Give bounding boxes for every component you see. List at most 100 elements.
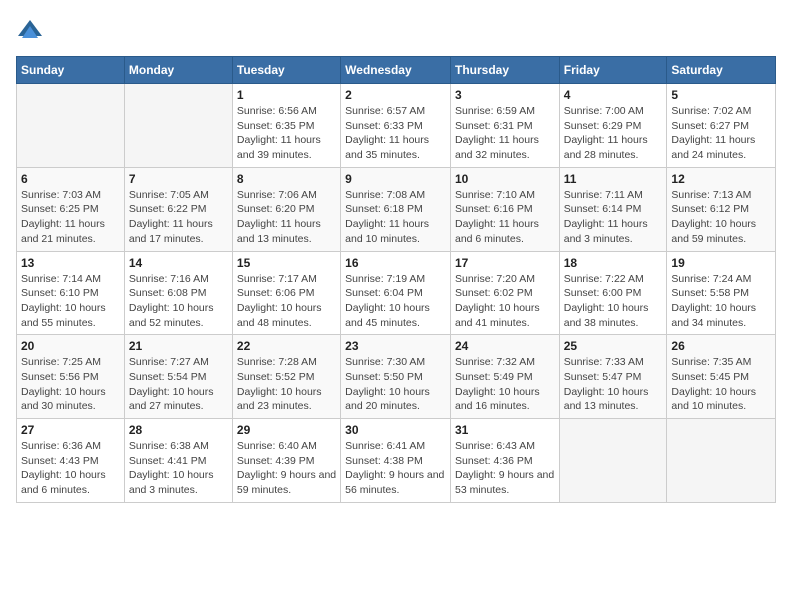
day-number: 16 <box>345 256 446 270</box>
day-info: Sunrise: 7:24 AM Sunset: 5:58 PM Dayligh… <box>671 272 771 331</box>
day-number: 31 <box>455 423 555 437</box>
day-info: Sunrise: 7:35 AM Sunset: 5:45 PM Dayligh… <box>671 355 771 414</box>
day-number: 12 <box>671 172 771 186</box>
calendar-cell: 29 Sunrise: 6:40 AM Sunset: 4:39 PM Dayli… <box>232 419 340 503</box>
calendar-cell: 28 Sunrise: 6:38 AM Sunset: 4:41 PM Dayli… <box>124 419 232 503</box>
calendar-cell: 1 Sunrise: 6:56 AM Sunset: 6:35 PM Daylig… <box>232 84 340 168</box>
calendar-cell: 14 Sunrise: 7:16 AM Sunset: 6:08 PM Dayli… <box>124 251 232 335</box>
day-info: Sunrise: 7:05 AM Sunset: 6:22 PM Dayligh… <box>129 188 228 247</box>
day-number: 29 <box>237 423 336 437</box>
calendar-cell <box>667 419 776 503</box>
day-info: Sunrise: 7:25 AM Sunset: 5:56 PM Dayligh… <box>21 355 120 414</box>
day-info: Sunrise: 7:17 AM Sunset: 6:06 PM Dayligh… <box>237 272 336 331</box>
day-number: 7 <box>129 172 228 186</box>
day-number: 3 <box>455 88 555 102</box>
page-header <box>16 16 776 44</box>
calendar-cell: 27 Sunrise: 6:36 AM Sunset: 4:43 PM Dayli… <box>17 419 125 503</box>
calendar-cell: 21 Sunrise: 7:27 AM Sunset: 5:54 PM Dayli… <box>124 335 232 419</box>
calendar-week-1: 1 Sunrise: 6:56 AM Sunset: 6:35 PM Daylig… <box>17 84 776 168</box>
day-number: 22 <box>237 339 336 353</box>
day-number: 8 <box>237 172 336 186</box>
calendar-cell: 19 Sunrise: 7:24 AM Sunset: 5:58 PM Dayli… <box>667 251 776 335</box>
day-number: 28 <box>129 423 228 437</box>
day-header-tuesday: Tuesday <box>232 57 340 84</box>
calendar-week-2: 6 Sunrise: 7:03 AM Sunset: 6:25 PM Daylig… <box>17 167 776 251</box>
day-number: 14 <box>129 256 228 270</box>
calendar-cell: 18 Sunrise: 7:22 AM Sunset: 6:00 PM Dayli… <box>559 251 667 335</box>
calendar-cell <box>17 84 125 168</box>
calendar-cell: 24Sunrise: 7:32 AM Sunset: 5:49 PM Dayli… <box>450 335 559 419</box>
day-number: 18 <box>564 256 663 270</box>
day-info: Sunrise: 7:27 AM Sunset: 5:54 PM Dayligh… <box>129 355 228 414</box>
calendar-cell: 4 Sunrise: 7:00 AM Sunset: 6:29 PM Daylig… <box>559 84 667 168</box>
day-info: Sunrise: 7:03 AM Sunset: 6:25 PM Dayligh… <box>21 188 120 247</box>
day-info: Sunrise: 7:13 AM Sunset: 6:12 PM Dayligh… <box>671 188 771 247</box>
day-number: 17 <box>455 256 555 270</box>
day-number: 25 <box>564 339 663 353</box>
calendar-cell: 20Sunrise: 7:25 AM Sunset: 5:56 PM Dayli… <box>17 335 125 419</box>
calendar-header-row: SundayMondayTuesdayWednesdayThursdayFrid… <box>17 57 776 84</box>
day-info: Sunrise: 7:00 AM Sunset: 6:29 PM Dayligh… <box>564 104 663 163</box>
calendar-table: SundayMondayTuesdayWednesdayThursdayFrid… <box>16 56 776 503</box>
calendar-cell: 26 Sunrise: 7:35 AM Sunset: 5:45 PM Dayli… <box>667 335 776 419</box>
day-info: Sunrise: 7:33 AM Sunset: 5:47 PM Dayligh… <box>564 355 663 414</box>
calendar-cell: 30 Sunrise: 6:41 AM Sunset: 4:38 PM Dayli… <box>341 419 451 503</box>
day-header-thursday: Thursday <box>450 57 559 84</box>
calendar-week-5: 27 Sunrise: 6:36 AM Sunset: 4:43 PM Dayli… <box>17 419 776 503</box>
calendar-cell: 9 Sunrise: 7:08 AM Sunset: 6:18 PM Daylig… <box>341 167 451 251</box>
day-info: Sunrise: 6:57 AM Sunset: 6:33 PM Dayligh… <box>345 104 446 163</box>
calendar-cell: 13 Sunrise: 7:14 AM Sunset: 6:10 PM Dayli… <box>17 251 125 335</box>
day-info: Sunrise: 7:20 AM Sunset: 6:02 PM Dayligh… <box>455 272 555 331</box>
day-info: Sunrise: 6:43 AM Sunset: 4:36 PM Dayligh… <box>455 439 555 498</box>
day-number: 4 <box>564 88 663 102</box>
day-number: 11 <box>564 172 663 186</box>
calendar-cell: 2 Sunrise: 6:57 AM Sunset: 6:33 PM Daylig… <box>341 84 451 168</box>
calendar-cell: 16Sunrise: 7:19 AM Sunset: 6:04 PM Dayli… <box>341 251 451 335</box>
day-info: Sunrise: 7:28 AM Sunset: 5:52 PM Dayligh… <box>237 355 336 414</box>
day-number: 13 <box>21 256 120 270</box>
day-info: Sunrise: 6:56 AM Sunset: 6:35 PM Dayligh… <box>237 104 336 163</box>
day-info: Sunrise: 7:10 AM Sunset: 6:16 PM Dayligh… <box>455 188 555 247</box>
day-number: 6 <box>21 172 120 186</box>
day-number: 27 <box>21 423 120 437</box>
calendar-cell: 5 Sunrise: 7:02 AM Sunset: 6:27 PM Daylig… <box>667 84 776 168</box>
day-info: Sunrise: 6:41 AM Sunset: 4:38 PM Dayligh… <box>345 439 446 498</box>
day-info: Sunrise: 7:06 AM Sunset: 6:20 PM Dayligh… <box>237 188 336 247</box>
day-info: Sunrise: 6:40 AM Sunset: 4:39 PM Dayligh… <box>237 439 336 498</box>
day-info: Sunrise: 7:30 AM Sunset: 5:50 PM Dayligh… <box>345 355 446 414</box>
calendar-week-3: 13 Sunrise: 7:14 AM Sunset: 6:10 PM Dayli… <box>17 251 776 335</box>
calendar-cell: 8 Sunrise: 7:06 AM Sunset: 6:20 PM Daylig… <box>232 167 340 251</box>
day-number: 9 <box>345 172 446 186</box>
day-number: 30 <box>345 423 446 437</box>
day-number: 1 <box>237 88 336 102</box>
day-number: 21 <box>129 339 228 353</box>
day-info: Sunrise: 7:14 AM Sunset: 6:10 PM Dayligh… <box>21 272 120 331</box>
calendar-cell: 11 Sunrise: 7:11 AM Sunset: 6:14 PM Dayli… <box>559 167 667 251</box>
calendar-cell: 7 Sunrise: 7:05 AM Sunset: 6:22 PM Daylig… <box>124 167 232 251</box>
calendar-cell: 10Sunrise: 7:10 AM Sunset: 6:16 PM Dayli… <box>450 167 559 251</box>
day-header-friday: Friday <box>559 57 667 84</box>
day-info: Sunrise: 6:36 AM Sunset: 4:43 PM Dayligh… <box>21 439 120 498</box>
logo-icon <box>16 16 44 44</box>
day-info: Sunrise: 7:16 AM Sunset: 6:08 PM Dayligh… <box>129 272 228 331</box>
calendar-cell: 25 Sunrise: 7:33 AM Sunset: 5:47 PM Dayli… <box>559 335 667 419</box>
calendar-cell: 12 Sunrise: 7:13 AM Sunset: 6:12 PM Dayli… <box>667 167 776 251</box>
day-number: 15 <box>237 256 336 270</box>
day-info: Sunrise: 7:22 AM Sunset: 6:00 PM Dayligh… <box>564 272 663 331</box>
logo <box>16 16 48 44</box>
day-info: Sunrise: 6:38 AM Sunset: 4:41 PM Dayligh… <box>129 439 228 498</box>
day-number: 5 <box>671 88 771 102</box>
calendar-cell <box>124 84 232 168</box>
calendar-cell: 15 Sunrise: 7:17 AM Sunset: 6:06 PM Dayli… <box>232 251 340 335</box>
calendar-cell: 22 Sunrise: 7:28 AM Sunset: 5:52 PM Dayli… <box>232 335 340 419</box>
day-info: Sunrise: 7:08 AM Sunset: 6:18 PM Dayligh… <box>345 188 446 247</box>
day-info: Sunrise: 7:02 AM Sunset: 6:27 PM Dayligh… <box>671 104 771 163</box>
day-number: 2 <box>345 88 446 102</box>
day-number: 19 <box>671 256 771 270</box>
day-header-saturday: Saturday <box>667 57 776 84</box>
calendar-week-4: 20Sunrise: 7:25 AM Sunset: 5:56 PM Dayli… <box>17 335 776 419</box>
day-number: 24 <box>455 339 555 353</box>
day-number: 26 <box>671 339 771 353</box>
calendar-cell <box>559 419 667 503</box>
day-info: Sunrise: 7:11 AM Sunset: 6:14 PM Dayligh… <box>564 188 663 247</box>
